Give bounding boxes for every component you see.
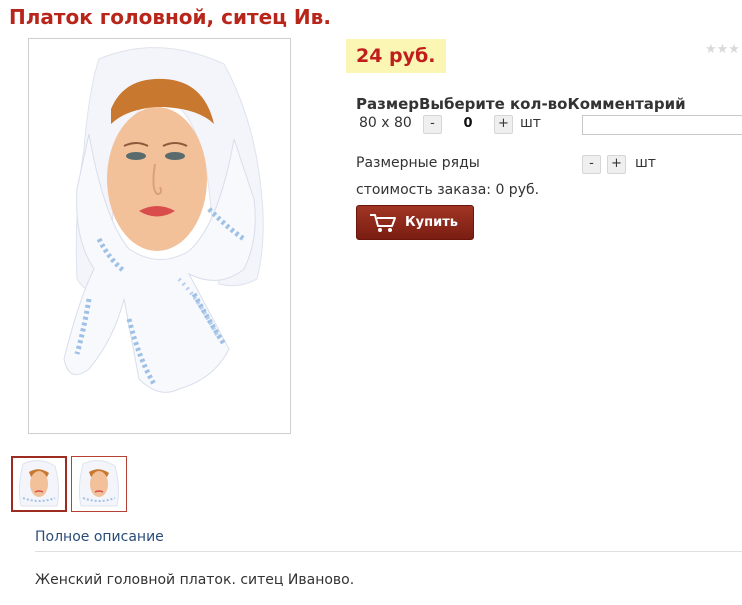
quantity-unit: шт bbox=[520, 115, 541, 131]
thumbnail-1[interactable] bbox=[11, 456, 67, 512]
product-description: Женский головной платок. ситец Иваново. bbox=[35, 572, 355, 588]
size-series-minus-button[interactable]: - bbox=[582, 155, 601, 174]
buy-button[interactable]: Купить bbox=[356, 205, 474, 240]
rating-stars[interactable]: ★★★ bbox=[705, 42, 740, 57]
thumbnail-image bbox=[78, 460, 120, 507]
product-title: Платок головной, ситец Ив. bbox=[9, 5, 331, 29]
divider bbox=[35, 551, 742, 552]
thumbnail-2[interactable] bbox=[71, 456, 127, 512]
order-table-header: РазмерВыберите кол-воКомментарий bbox=[356, 95, 686, 113]
size-series-plus-button[interactable]: + bbox=[607, 155, 626, 174]
buy-button-label: Купить bbox=[405, 215, 458, 230]
order-cost: стоимость заказа: 0 руб. bbox=[356, 182, 540, 198]
cart-icon bbox=[369, 213, 397, 237]
size-value: 80 x 80 bbox=[359, 115, 412, 131]
comment-input[interactable] bbox=[582, 115, 742, 135]
headscarf-mannequin-illustration bbox=[63, 47, 264, 393]
price-tag: 24 руб. bbox=[346, 39, 446, 73]
thumbnail-image bbox=[18, 460, 60, 507]
size-series-unit: шт bbox=[635, 155, 656, 171]
quantity-plus-button[interactable]: + bbox=[494, 115, 513, 134]
main-product-image[interactable] bbox=[28, 38, 291, 434]
size-series-label: Размерные ряды bbox=[356, 155, 480, 171]
tab-full-description[interactable]: Полное описание bbox=[35, 529, 164, 545]
quantity-minus-button[interactable]: - bbox=[423, 115, 442, 134]
quantity-value[interactable]: 0 bbox=[458, 116, 478, 131]
